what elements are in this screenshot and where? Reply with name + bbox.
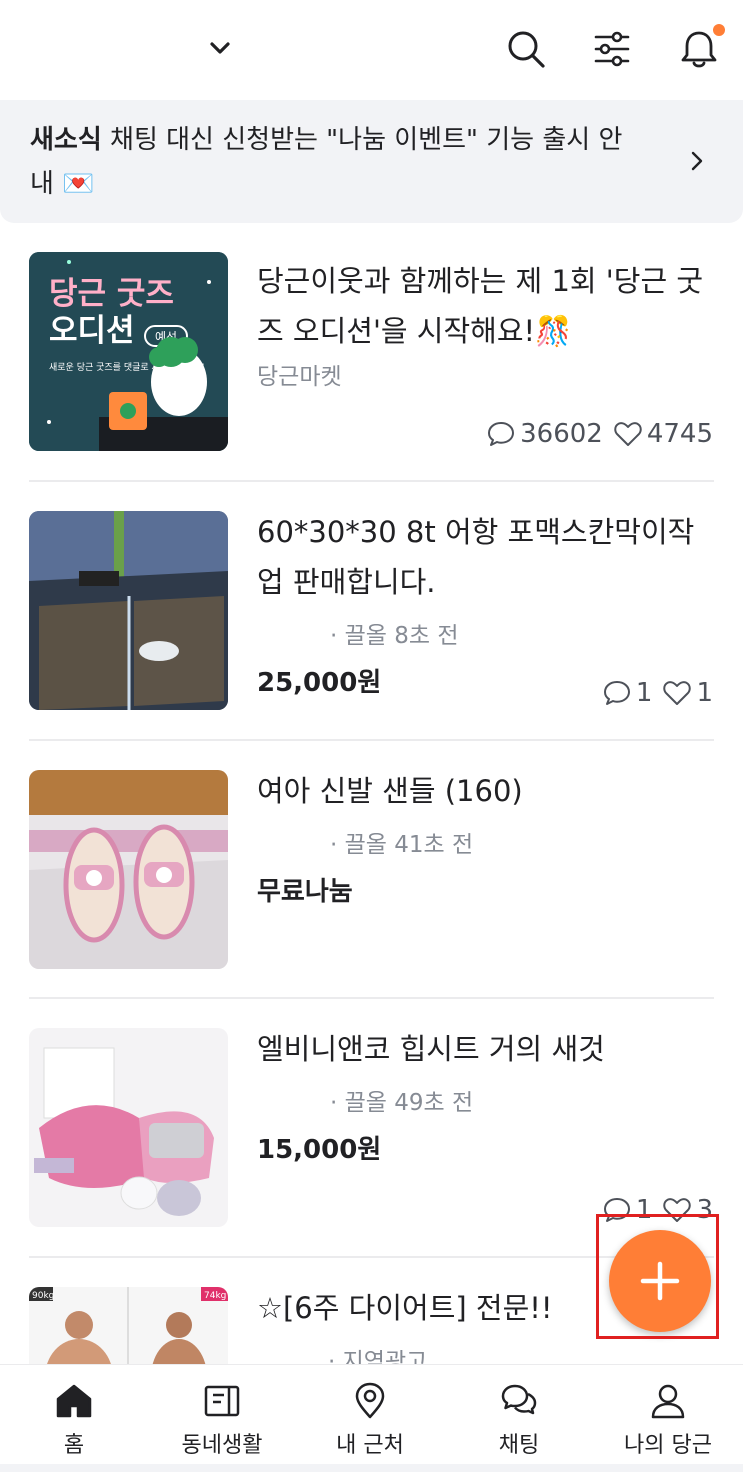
news-banner-message: 채팅 대신 신청받는 "나눔 이벤트" 기능 출시 안내 💌 xyxy=(30,125,623,199)
person-icon xyxy=(651,1384,685,1419)
heart-icon xyxy=(663,681,692,705)
item-thumbnail: 당근 굿즈 오디션 예선 새로운 당근 굿즈를 댓글로 제안해주세요! xyxy=(29,252,228,451)
item-meta: · 지역광고 xyxy=(328,1349,428,1364)
nav-label: 나의 당근 xyxy=(624,1433,712,1458)
item-price: 무료나눔 xyxy=(257,877,353,907)
sandals-photo xyxy=(29,770,228,969)
highlight-box xyxy=(596,1214,719,1339)
chat-bubbles-icon xyxy=(501,1384,537,1415)
heart-icon xyxy=(614,422,642,446)
search-icon[interactable] xyxy=(504,27,548,71)
nav-item-nearby[interactable]: 내 근처 xyxy=(296,1365,444,1465)
nav-label: 동네생활 xyxy=(181,1433,263,1458)
comment-icon xyxy=(488,422,515,446)
item-meta: · 끌올 41초 전 xyxy=(330,832,474,858)
sliders-icon[interactable] xyxy=(590,27,634,71)
nav-item-chat[interactable]: 채팅 xyxy=(445,1365,593,1465)
thumb-title-1: 당근 굿즈 xyxy=(49,276,174,312)
list-item[interactable]: 여아 신발 샌들 (160) · 끌올 41초 전 무료나눔 xyxy=(0,741,743,1000)
item-counts: 1 1 xyxy=(602,678,713,708)
aquarium-photo xyxy=(29,511,228,710)
nav-label: 채팅 xyxy=(498,1433,540,1458)
nav-item-home[interactable]: 홈 xyxy=(0,1365,148,1465)
notification-dot xyxy=(713,24,725,36)
item-title: 여아 신발 샌들 (160) xyxy=(257,774,523,808)
chevron-down-icon[interactable] xyxy=(206,34,234,62)
before-weight-tag: 90kg xyxy=(32,1291,54,1301)
hip-seat-photo xyxy=(29,1028,228,1227)
item-counts: 36602 4745 xyxy=(486,419,713,449)
location-pin-icon xyxy=(355,1382,385,1419)
home-icon xyxy=(56,1384,92,1418)
comment-count: 36602 xyxy=(520,419,603,449)
item-thumbnail: 90kg 74kg xyxy=(29,1287,228,1364)
like-count: 1 xyxy=(696,678,713,708)
item-title: 엘비니앤코 힙시트 거의 새것 xyxy=(257,1032,605,1066)
news-banner-text[interactable]: 새소식 채팅 대신 신청받는 "나눔 이벤트" 기능 출시 안내 💌 xyxy=(30,118,640,206)
item-thumbnail xyxy=(29,511,228,710)
system-gesture-bar xyxy=(0,1464,743,1472)
after-weight-tag: 74kg xyxy=(204,1291,226,1301)
list-item[interactable]: 60*30*30 8t 어항 포맥스칸막이작업 판매합니다. · 끌올 8초 전… xyxy=(0,482,743,741)
nav-item-my-carrot[interactable]: 나의 당근 xyxy=(594,1365,742,1465)
bottom-navigation: 홈 동네생활 내 근처 채팅 나의 당근 xyxy=(0,1364,743,1472)
item-price: 25,000원 xyxy=(257,668,382,698)
list-item[interactable]: 당근 굿즈 오디션 예선 새로운 당근 굿즈를 댓글로 제안해주세요! 당근이웃… xyxy=(0,223,743,482)
nav-label: 홈 xyxy=(63,1433,85,1458)
item-thumbnail xyxy=(29,770,228,969)
item-meta: · 끌올 8초 전 xyxy=(330,623,459,649)
nav-item-community[interactable]: 동네생활 xyxy=(148,1365,296,1465)
diet-before-after-photo: 90kg 74kg xyxy=(29,1287,228,1364)
item-title: 60*30*30 8t 어항 포맥스칸막이작업 판매합니다. xyxy=(257,515,695,599)
news-banner-tag: 새소식 xyxy=(30,125,102,155)
comment-icon xyxy=(603,681,630,705)
item-title: 당근이웃과 함께하는 제 1회 '당근 굿즈 오디션'을 시작해요!🎊 xyxy=(257,264,704,348)
like-count: 4745 xyxy=(646,419,713,449)
item-meta: · 끌올 49초 전 xyxy=(330,1090,474,1116)
comment-count: 1 xyxy=(635,678,653,708)
chevron-right-icon[interactable] xyxy=(684,148,710,174)
item-price: 15,000원 xyxy=(257,1135,382,1165)
item-thumbnail xyxy=(29,1028,228,1227)
thumb-title-2: 오디션 xyxy=(49,313,135,349)
document-icon xyxy=(204,1385,240,1417)
item-meta: 당근마켓 xyxy=(257,364,342,390)
nav-label: 내 근처 xyxy=(336,1433,404,1458)
carrot-goods-audition-image: 당근 굿즈 오디션 예선 새로운 당근 굿즈를 댓글로 제안해주세요! xyxy=(29,252,228,451)
top-app-bar xyxy=(0,0,743,100)
